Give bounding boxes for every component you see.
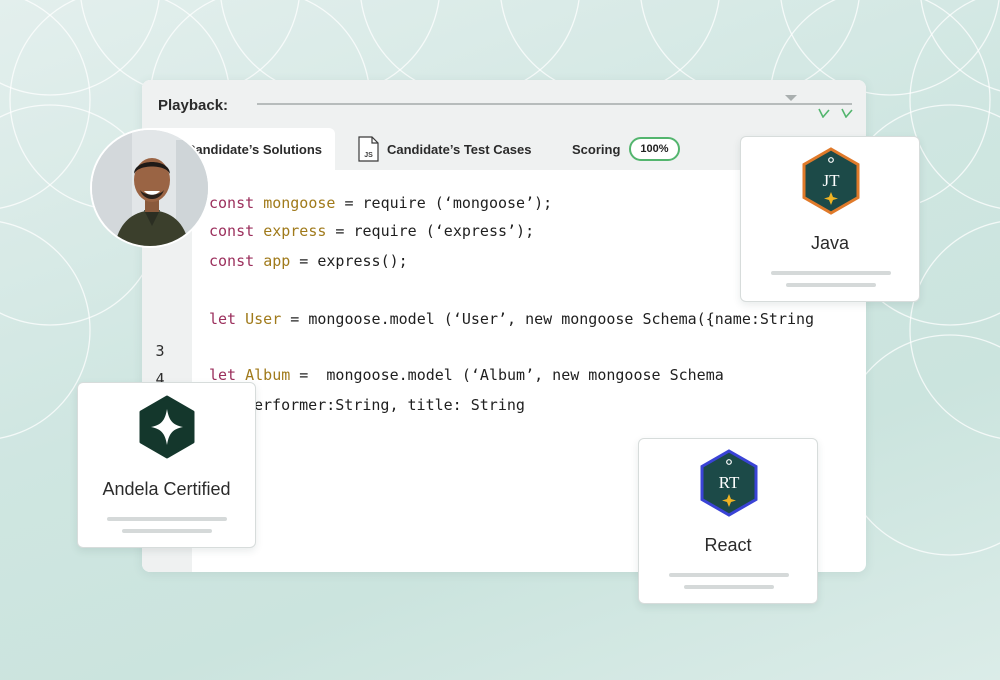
tab-candidate-test-cases[interactable]: JS Candidate’s Test Cases <box>358 128 532 170</box>
line-number: 3 <box>155 342 165 360</box>
placeholder-line <box>786 283 876 287</box>
placeholder-line <box>771 271 891 275</box>
tab-scoring[interactable]: Scoring 100% <box>572 128 680 170</box>
andela-certified-card[interactable]: Andela Certified <box>77 382 256 548</box>
react-badge-icon: RT <box>700 449 758 517</box>
andela-card-title: Andela Certified <box>102 479 231 499</box>
code-keyword: const <box>209 222 255 240</box>
code-variable: mongoose <box>263 194 336 212</box>
andela-logo-icon <box>139 395 195 459</box>
playback-label: Playback: <box>158 97 229 114</box>
placeholder-line <box>122 529 212 533</box>
code-text: = require (‘express’); <box>326 222 535 240</box>
code-variable: express <box>263 222 327 240</box>
code-variable: Album <box>245 366 291 384</box>
tab-label: Scoring <box>572 141 621 157</box>
candidate-photo <box>92 130 208 246</box>
code-line[interactable]: erformer:String, title: String <box>254 395 525 415</box>
code-text: = mongoose.model (‘Album’, new mongoose … <box>290 366 724 384</box>
react-badge-text: RT <box>719 473 740 492</box>
code-line[interactable]: let User = mongoose.model (‘User’, new m… <box>209 309 814 329</box>
playback-position-marker[interactable] <box>785 95 797 101</box>
code-text: = require (‘mongoose’); <box>335 194 553 212</box>
java-card-title: Java <box>810 233 850 253</box>
code-text: erformer:String, title: String <box>254 396 525 414</box>
code-line[interactable]: const express = require (‘express’); <box>209 221 534 241</box>
js-file-icon: JS <box>358 136 379 162</box>
code-variable: app <box>263 252 291 270</box>
code-text: = mongoose.model (‘User’, new mongoose S… <box>281 310 815 328</box>
candidate-avatar <box>90 128 210 248</box>
placeholder-line <box>669 573 789 577</box>
java-badge-text: JT <box>823 171 841 190</box>
react-skill-card[interactable]: RT React <box>638 438 818 604</box>
code-keyword: const <box>209 194 255 212</box>
react-card-title: React <box>704 535 752 555</box>
placeholder-line <box>684 585 774 589</box>
code-line[interactable]: const mongoose = require (‘mongoose’); <box>209 193 552 213</box>
checkmark-icon <box>818 108 830 118</box>
code-keyword: let <box>209 310 237 328</box>
placeholder-line <box>107 517 227 521</box>
code-keyword: const <box>209 252 255 270</box>
js-icon-text: JS <box>364 152 373 159</box>
playback-timeline[interactable] <box>257 103 852 105</box>
code-variable: User <box>245 310 282 328</box>
playback-bar: Playback: <box>142 80 866 128</box>
tab-label: Candidate’s Test Cases <box>387 141 532 157</box>
java-skill-card[interactable]: JT Java <box>740 136 920 302</box>
code-line[interactable]: let Album = mongoose.model (‘Album’, new… <box>209 365 724 385</box>
checkmark-icon <box>841 108 853 118</box>
java-badge-icon: JT <box>802 147 860 215</box>
code-text: = express(); <box>290 252 408 270</box>
code-line[interactable]: const app = express(); <box>209 251 408 271</box>
tab-label: Candidate’s Solutions <box>186 141 323 157</box>
score-badge: 100% <box>629 137 680 161</box>
